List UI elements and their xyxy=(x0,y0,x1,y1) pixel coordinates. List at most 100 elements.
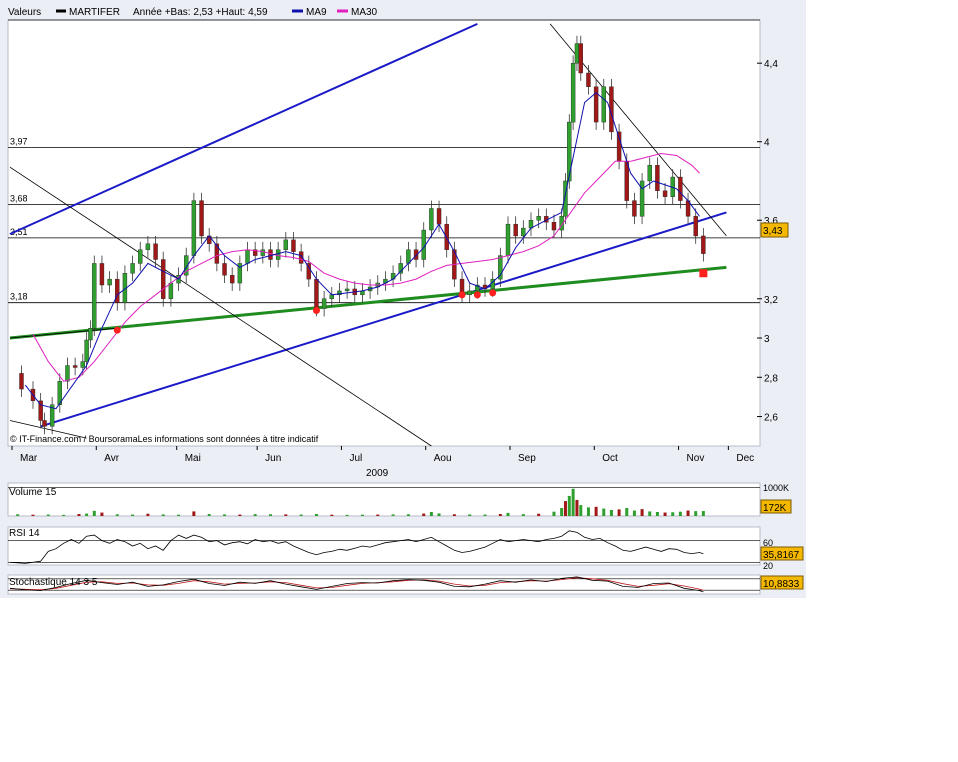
level-label: 3,97 xyxy=(10,137,28,147)
candle-up xyxy=(138,249,143,264)
volume-bar xyxy=(567,495,571,516)
year-label: 2009 xyxy=(366,468,389,479)
rsi-plot-area xyxy=(7,526,761,566)
x-month-label: Mai xyxy=(185,453,201,464)
candle-up xyxy=(329,294,334,299)
support-marker xyxy=(458,291,466,299)
volume-bar xyxy=(571,488,575,516)
rsi-tick-20: 20 xyxy=(763,561,773,571)
volume-bar xyxy=(31,514,35,516)
candle-up xyxy=(647,165,652,182)
volume-bar xyxy=(701,511,705,516)
candle-up xyxy=(429,208,434,231)
volume-bar xyxy=(498,513,502,516)
volume-bar xyxy=(253,514,257,516)
volume-bar xyxy=(284,514,288,516)
price-tag-text: 3,43 xyxy=(763,226,783,237)
candle-up xyxy=(601,86,606,123)
candle-down xyxy=(655,165,660,191)
support-marker xyxy=(473,291,481,299)
y-tick-label: 4,4 xyxy=(764,59,778,70)
volume-bar xyxy=(314,513,318,516)
support-marker xyxy=(312,307,320,315)
legend-year-stats: Année +Bas: 2,53 +Haut: 4,59 xyxy=(133,7,268,18)
volume-bar xyxy=(161,514,165,516)
candle-down xyxy=(268,249,273,260)
x-month-label: Avr xyxy=(104,453,119,464)
volume-bar xyxy=(609,509,613,516)
candle-up xyxy=(574,43,580,64)
legend-valeurs: Valeurs xyxy=(8,7,41,18)
volume-bar xyxy=(671,512,675,516)
volume-bar xyxy=(62,514,66,516)
volume-bar xyxy=(586,507,590,516)
candle-up xyxy=(536,216,541,221)
x-month-label: Sep xyxy=(518,453,536,464)
volume-bar xyxy=(560,507,564,516)
candle-down xyxy=(551,222,557,231)
volume-plot-area xyxy=(7,482,761,517)
candle-down xyxy=(222,263,227,276)
volume-bar xyxy=(146,513,150,516)
main-plot-area xyxy=(7,19,761,447)
volume-bar xyxy=(207,513,211,516)
candle-down xyxy=(314,278,319,309)
credit-text: © IT-Finance.com / BoursoramaLes informa… xyxy=(10,434,319,444)
volume-bar xyxy=(594,506,598,516)
level-label: 3,18 xyxy=(10,292,28,302)
volume-bar xyxy=(238,514,242,516)
level-label: 3,68 xyxy=(10,194,28,204)
candle-down xyxy=(115,278,120,303)
support-marker xyxy=(489,289,497,297)
volume-bar xyxy=(177,514,181,516)
volume-bar xyxy=(506,512,510,516)
candle-down xyxy=(99,263,105,286)
candle-up xyxy=(80,361,85,368)
volume-bar xyxy=(678,511,682,516)
volume-title: Volume 15 xyxy=(9,487,57,498)
volume-bar xyxy=(192,511,196,516)
legend-ma9: MA9 xyxy=(306,7,327,18)
candle-down xyxy=(624,161,629,201)
volume-bar xyxy=(100,512,104,516)
candle-down xyxy=(701,235,706,254)
candle-down xyxy=(72,365,78,368)
candle-down xyxy=(214,243,220,264)
y-tick-label: 4 xyxy=(764,138,770,149)
candle-down xyxy=(678,176,683,201)
stock-chart: Valeurs MARTIFER Année +Bas: 2,53 +Haut:… xyxy=(0,0,806,598)
volume-bar xyxy=(579,505,583,516)
volume-bar xyxy=(360,514,364,516)
candle-up xyxy=(191,200,197,256)
volume-bar xyxy=(268,514,272,516)
volume-bar xyxy=(537,513,541,516)
x-month-label: Jun xyxy=(265,453,281,464)
x-month-label: Aou xyxy=(434,453,452,464)
volume-bar xyxy=(632,510,636,516)
candle-down xyxy=(199,200,204,237)
volume-bar xyxy=(16,514,20,516)
volume-bar xyxy=(85,513,89,516)
volume-tag-text: 172K xyxy=(763,503,787,514)
candle-down xyxy=(436,208,442,225)
legend-ma30: MA30 xyxy=(351,7,378,18)
candle-down xyxy=(693,216,698,237)
candle-up xyxy=(570,62,576,123)
candle-down xyxy=(578,43,583,74)
volume-bar xyxy=(552,511,556,516)
candle-down xyxy=(229,275,235,284)
legend-symbol: MARTIFER xyxy=(69,7,120,18)
candle-up xyxy=(344,288,350,292)
y-tick-label: 3,2 xyxy=(764,295,778,306)
volume-bar xyxy=(686,510,690,516)
candle-down xyxy=(632,200,637,217)
volume-tick-1000k: 1000K xyxy=(763,483,789,493)
candle-up xyxy=(567,121,572,182)
volume-bar xyxy=(663,512,667,516)
volume-bar xyxy=(345,514,349,516)
volume-bar xyxy=(299,514,303,516)
candle-up xyxy=(168,282,174,299)
y-tick-label: 2,6 xyxy=(764,413,778,424)
x-month-label: Dec xyxy=(736,453,754,464)
volume-bar xyxy=(77,513,81,516)
